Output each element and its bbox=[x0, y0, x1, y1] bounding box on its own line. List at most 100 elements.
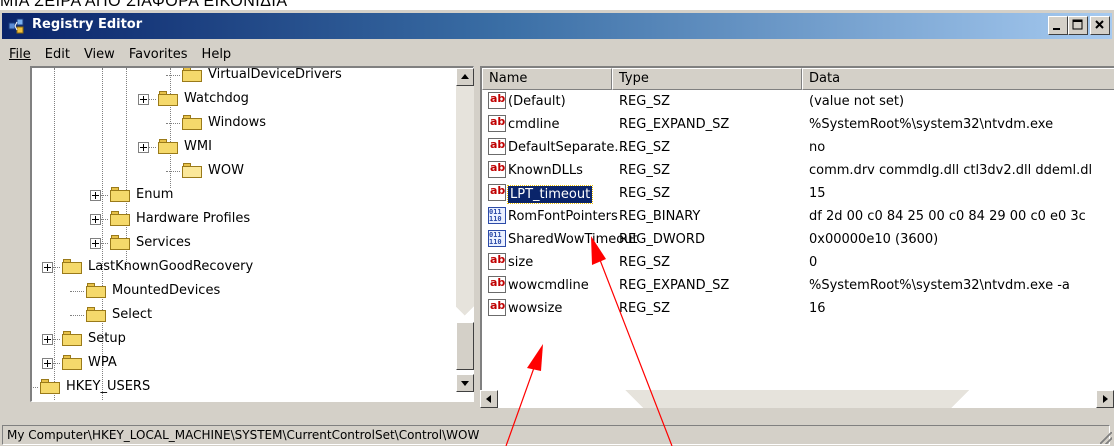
value-row[interactable]: size REG_SZ 0 bbox=[482, 251, 1114, 273]
key-tree-pane[interactable]: VirtualDeviceDrivers Watchdog Windows WMI WO… bbox=[30, 66, 474, 402]
expand-plus-icon[interactable] bbox=[138, 94, 149, 105]
tree-scroll-down-button[interactable] bbox=[456, 374, 474, 392]
tree-vertical-scrollbar[interactable] bbox=[456, 68, 474, 392]
binary-value-icon bbox=[488, 207, 506, 224]
menu-file[interactable]: File bbox=[2, 47, 38, 62]
expand-plus-icon[interactable] bbox=[42, 334, 53, 345]
value-row[interactable]: DefaultSeparate...REG_SZ no bbox=[482, 136, 1114, 158]
tree-item[interactable]: Watchdog bbox=[32, 87, 472, 111]
tree-item[interactable]: Setup bbox=[32, 327, 472, 351]
tree-item[interactable]: WPA bbox=[32, 351, 472, 375]
value-type: REG_DWORD bbox=[619, 232, 705, 247]
folder-icon bbox=[86, 283, 106, 298]
menu-help[interactable]: Help bbox=[195, 47, 239, 62]
tree-scroll-up-button[interactable] bbox=[456, 68, 474, 86]
tree-item[interactable]: VirtualDeviceDrivers bbox=[32, 68, 472, 87]
string-value-icon bbox=[488, 299, 506, 316]
value-data: 15 bbox=[809, 186, 826, 201]
tree-item[interactable]: LastKnownGoodRecovery bbox=[32, 255, 472, 279]
tree-item[interactable]: WOW bbox=[32, 159, 472, 183]
status-bar: My Computer\HKEY_LOCAL_MACHINE\SYSTEM\Cu… bbox=[0, 424, 1114, 446]
value-data: %SystemRoot%\system32\ntvdm.exe bbox=[809, 117, 1054, 132]
tree-item-label: Enum bbox=[136, 187, 174, 202]
tree-line bbox=[166, 123, 180, 124]
scroll-up-icon bbox=[461, 74, 469, 79]
value-row[interactable]: RomFontPointersREG_BINARY df 2d 00 c0 84 … bbox=[482, 205, 1114, 227]
string-value-icon bbox=[488, 184, 506, 201]
tree-item[interactable]: Select bbox=[32, 303, 472, 327]
resize-grip-icon[interactable] bbox=[1100, 432, 1112, 444]
tree-item-label: MountedDevices bbox=[112, 283, 221, 298]
expand-plus-icon[interactable] bbox=[90, 190, 101, 201]
expand-plus-icon[interactable] bbox=[30, 382, 31, 393]
tree-item[interactable]: WMI bbox=[32, 135, 472, 159]
value-data: no bbox=[809, 140, 826, 155]
menu-favorites-label: Favorites bbox=[128, 46, 188, 62]
tree-line bbox=[166, 171, 180, 172]
value-row[interactable]: SharedWowTimeoutREG_DWORD0x00000e10 (360… bbox=[482, 228, 1114, 250]
value-row[interactable]: cmdline REG_EXPAND_SZ %SystemRoot%\system3… bbox=[482, 113, 1114, 135]
folder-icon bbox=[86, 307, 106, 322]
folder-icon bbox=[62, 331, 82, 346]
tree-item[interactable]: Hardware Profiles bbox=[32, 207, 472, 231]
string-value-icon bbox=[488, 276, 506, 293]
value-row[interactable]: wowsize REG_SZ 16 bbox=[482, 297, 1114, 319]
minimize-button[interactable] bbox=[1048, 16, 1068, 35]
value-type: REG_EXPAND_SZ bbox=[619, 117, 730, 132]
expand-plus-icon[interactable] bbox=[42, 262, 53, 273]
expand-plus-icon[interactable] bbox=[90, 214, 101, 225]
expand-plus-icon[interactable] bbox=[138, 142, 149, 153]
tree-item[interactable]: Services bbox=[32, 231, 472, 255]
tree-line bbox=[70, 315, 84, 316]
status-path: My Computer\HKEY_LOCAL_MACHINE\SYSTEM\Cu… bbox=[2, 425, 1110, 445]
menu-view[interactable]: View bbox=[77, 47, 122, 62]
string-value-icon bbox=[488, 115, 506, 132]
registry-editor-icon bbox=[8, 18, 24, 34]
menu-edit-label: Edit bbox=[44, 46, 70, 62]
folder-icon bbox=[182, 68, 202, 82]
tree-item[interactable]: HKEY_USERS bbox=[32, 375, 472, 399]
list-scroll-left-button[interactable] bbox=[480, 390, 498, 408]
value-name: LPT_timeout bbox=[506, 185, 594, 204]
value-row[interactable]: KnownDLLs REG_SZ comm.drv commdlg.dll ctl3… bbox=[482, 159, 1114, 181]
value-type: REG_SZ bbox=[619, 301, 670, 316]
string-value-icon bbox=[488, 92, 506, 109]
tree-item-label: Windows bbox=[208, 115, 267, 130]
list-scroll-right-button[interactable] bbox=[1096, 390, 1114, 408]
tree-item[interactable]: Enum bbox=[32, 183, 472, 207]
title-bar[interactable]: Registry Editor bbox=[2, 13, 1112, 39]
tree-item[interactable]: Windows bbox=[32, 111, 472, 135]
value-data: 16 bbox=[809, 301, 826, 316]
value-row[interactable]: LPT_timeout REG_SZ 15 bbox=[482, 182, 1114, 204]
close-icon bbox=[1095, 20, 1104, 29]
list-horizontal-scrollbar[interactable] bbox=[480, 390, 1114, 408]
value-data: comm.drv commdlg.dll ctl3dv2.dll ddeml.d… bbox=[809, 163, 1093, 178]
value-row[interactable]: wowcmdline REG_EXPAND_SZ %SystemRoot%\syst… bbox=[482, 274, 1114, 296]
value-name: KnownDLLs bbox=[508, 163, 583, 178]
folder-icon bbox=[110, 211, 130, 226]
folder-icon bbox=[62, 259, 82, 274]
expand-plus-icon[interactable] bbox=[42, 358, 53, 369]
string-value-icon bbox=[488, 161, 506, 178]
open-folder-icon bbox=[182, 163, 202, 178]
values-list-pane[interactable]: Name Type Data (Default) REG_SZ (value not… bbox=[480, 66, 1114, 390]
column-header-data[interactable]: Data bbox=[802, 68, 1114, 90]
value-row[interactable]: (Default) REG_SZ (value not set) bbox=[482, 90, 1114, 112]
tree-item-label: Hardware Profiles bbox=[136, 211, 251, 226]
close-button[interactable] bbox=[1090, 16, 1110, 35]
value-data: 0x00000e10 (3600) bbox=[809, 232, 939, 247]
expand-plus-icon[interactable] bbox=[90, 238, 101, 249]
value-type: REG_SZ bbox=[619, 255, 670, 270]
menu-edit[interactable]: Edit bbox=[38, 47, 77, 62]
maximize-button[interactable] bbox=[1068, 16, 1088, 35]
column-header-type[interactable]: Type bbox=[612, 68, 802, 90]
binary-value-icon bbox=[488, 230, 506, 247]
column-header-name[interactable]: Name bbox=[482, 68, 612, 90]
value-name: size bbox=[508, 255, 534, 270]
value-type: REG_SZ bbox=[619, 94, 670, 109]
menu-favorites[interactable]: Favorites bbox=[122, 47, 195, 62]
tree-item[interactable]: MountedDevices bbox=[32, 279, 472, 303]
folder-icon bbox=[158, 139, 178, 154]
tree-scroll-thumb[interactable] bbox=[456, 322, 474, 370]
value-type: REG_EXPAND_SZ bbox=[619, 278, 730, 293]
